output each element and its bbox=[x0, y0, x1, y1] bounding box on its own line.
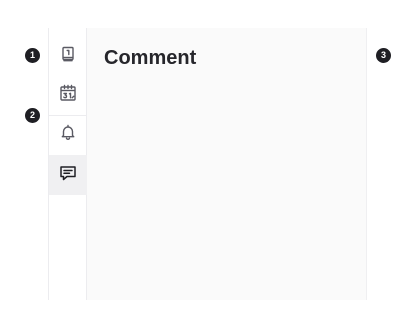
rail-item-calendar[interactable] bbox=[49, 76, 87, 114]
callout-badge-2: 2 bbox=[25, 108, 40, 123]
comment-panel: Comment bbox=[87, 28, 367, 300]
panel-title: Comment bbox=[104, 47, 197, 69]
comment-icon bbox=[59, 165, 77, 186]
callout-badge-3: 3 bbox=[376, 48, 391, 63]
book-icon bbox=[60, 46, 76, 67]
calendar-icon bbox=[59, 84, 77, 107]
callout-badge-1: 1 bbox=[25, 48, 40, 63]
app-stage: 1 2 3 Comment bbox=[0, 0, 416, 335]
icon-rail bbox=[48, 28, 87, 300]
rail-item-comment[interactable] bbox=[49, 155, 87, 195]
rail-item-book[interactable] bbox=[49, 37, 87, 75]
rail-item-notifications[interactable] bbox=[49, 115, 87, 153]
bell-icon bbox=[60, 124, 76, 145]
